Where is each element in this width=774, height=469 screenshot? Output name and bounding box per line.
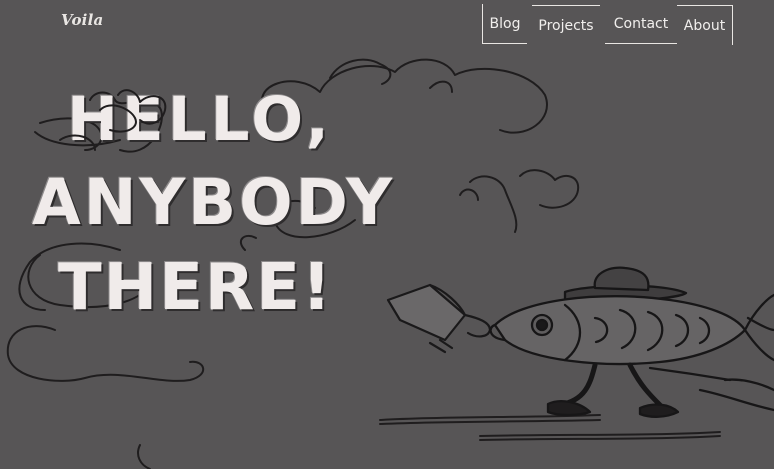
page: Voila Blog Projects Contact About HELLO,… (0, 0, 774, 469)
hero-line-3: THERE! (58, 251, 334, 325)
hero-line-2: ANYBODY (32, 166, 396, 239)
hero-line-1: HELLO, (67, 84, 333, 155)
hero-heading: HELLO, ANYBODY THERE! (0, 0, 774, 469)
